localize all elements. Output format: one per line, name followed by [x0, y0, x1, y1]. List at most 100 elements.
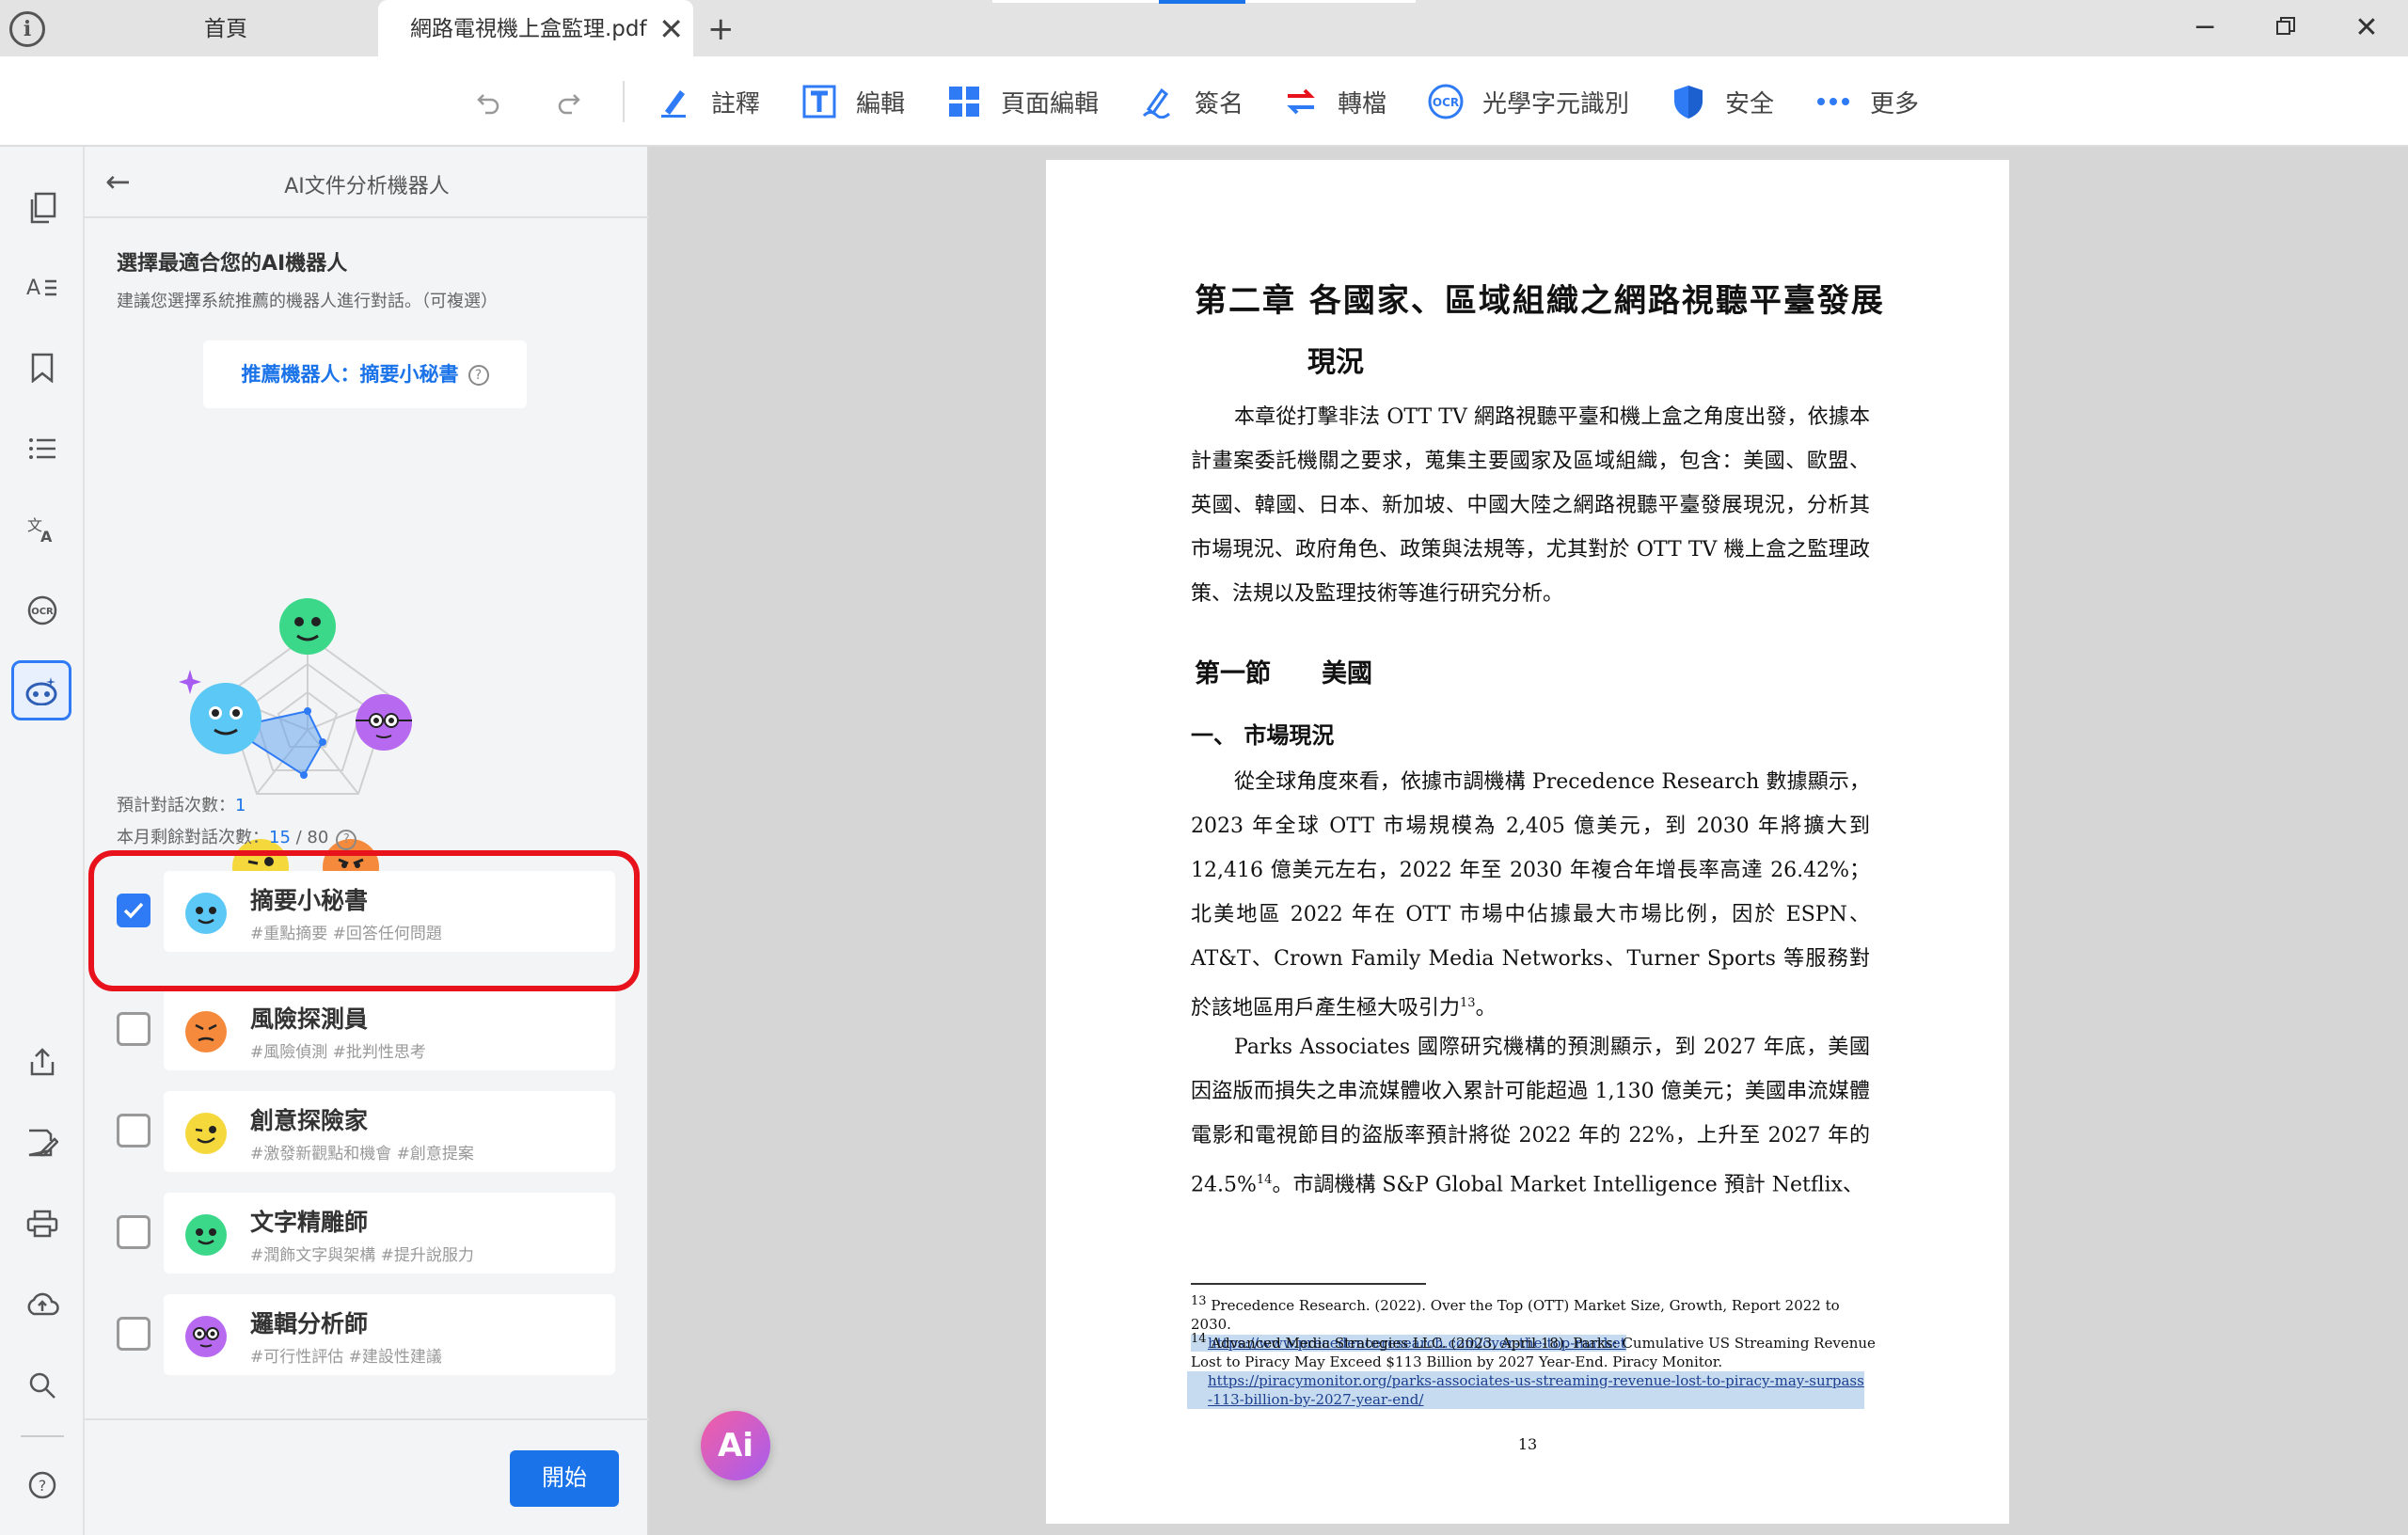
market-text: 從全球角度來看，依據市調機構 Precedence Research 數據顯示，… [1191, 770, 1870, 1021]
text-edit-icon [800, 82, 839, 121]
section-heading: 第一節 美國 [1195, 659, 1372, 688]
page-edit-button[interactable]: 頁面編輯 [944, 81, 1099, 122]
recommended-bot: 推薦機器人：摘要小秘書? [203, 340, 527, 408]
intro-paragraph: 本章從打擊非法 OTT TV 網路視聽平臺和機上盒之角度出發，依據本計畫案委託機… [1191, 405, 1870, 606]
piracy-paragraph: Parks Associates 國際研究機構的預測顯示，到 2027 年底，美… [1191, 1025, 1870, 1207]
page-edit-label: 頁面編輯 [1001, 89, 1100, 119]
sidebar-divider [21, 1435, 64, 1437]
ai-assistant-button[interactable]: Ai [701, 1411, 770, 1480]
chapter-title: 第二章 各國家、區域組織之網路視聽平臺發展 [1195, 282, 1885, 320]
sign-button[interactable]: 簽名 [1138, 81, 1244, 122]
text-format-icon[interactable]: A [21, 265, 64, 309]
footnote-14-link[interactable]: https://piracymonitor.org/parks-associat… [1187, 1371, 1864, 1409]
close-tab-icon[interactable]: ✕ [658, 0, 684, 58]
bot-card[interactable]: 創意探險家 #激發新觀點和機會 #創意提案 [164, 1091, 615, 1172]
translate-icon[interactable]: 文A [21, 508, 64, 551]
left-sidebar: A 文A OCR ? [0, 147, 85, 1535]
sign-label: 簽名 [1195, 89, 1244, 119]
help-icon[interactable]: ? [21, 1464, 64, 1507]
bot-item-writer[interactable]: 文字精雕師 #潤飾文字與架構 #提升說服力 [117, 1193, 615, 1274]
bot-card[interactable]: 邏輯分析師 #可行性評估 #建設性建議 [164, 1294, 615, 1375]
print-icon[interactable] [21, 1202, 64, 1245]
footnote-13-text: Precedence Research. (2022). Over the To… [1191, 1297, 1840, 1333]
svg-text:A: A [26, 277, 40, 300]
annotate-label: 註釋 [711, 89, 761, 119]
minimize-icon[interactable]: ─ [2186, 8, 2224, 49]
svg-text:OCR: OCR [31, 607, 54, 617]
bookmark-icon[interactable] [21, 346, 64, 389]
bot-card[interactable]: 風險探測員 #風險偵測 #批判性思考 [164, 989, 615, 1070]
convert-button[interactable]: 轉檔 [1281, 81, 1386, 122]
bot-checkbox[interactable] [117, 1012, 150, 1046]
bot-name: 風險探測員 [250, 1005, 369, 1033]
tab-document[interactable]: 網路電視機上盒監理.pdf ✕ [378, 0, 693, 56]
bot-checkbox[interactable] [117, 1215, 150, 1249]
undo-icon [477, 94, 499, 115]
bot-item-logic[interactable]: 邏輯分析師 #可行性評估 #建設性建議 [117, 1294, 615, 1375]
bot-item-creative[interactable]: 創意探險家 #激發新觀點和機會 #創意提案 [117, 1091, 615, 1172]
ocr-button[interactable]: OCR 光學字元識別 [1426, 81, 1629, 122]
bot-item-risk[interactable]: 風險探測員 #風險偵測 #批判性思考 [117, 989, 615, 1070]
cloud-upload-icon[interactable] [21, 1283, 64, 1326]
info-icon[interactable]: i [9, 11, 45, 47]
tab-home[interactable]: 首頁 [56, 0, 395, 56]
estimate-label: 預計對話次數： [117, 796, 235, 815]
pen-icon [655, 82, 694, 121]
panel-title: AI文件分析機器人 [284, 175, 450, 198]
bot-face-blue [190, 683, 261, 754]
restore-icon[interactable] [2267, 8, 2305, 49]
close-window-icon[interactable]: ✕ [2348, 8, 2385, 49]
pages-icon[interactable] [21, 186, 64, 229]
more-label: 更多 [1870, 89, 1920, 119]
bot-name: 文字精雕師 [250, 1209, 369, 1236]
footnote-number: 14 [1191, 1332, 1207, 1346]
edit-button[interactable]: 編輯 [800, 81, 905, 122]
tab-document-label: 網路電視機上盒監理.pdf [410, 17, 647, 41]
bot-name: 邏輯分析師 [250, 1310, 369, 1337]
toolbar: 註釋 編輯 頁面編輯 簽名 轉檔 OCR 光學字元識別 安全 更多 [0, 56, 2408, 147]
document-viewer[interactable]: 第二章 各國家、區域組織之網路視聽平臺發展 現況 本章從打擊非法 OTT TV … [649, 147, 2408, 1535]
convert-icon [1281, 82, 1321, 121]
svg-text:?: ? [39, 1477, 47, 1495]
edit-label: 編輯 [856, 89, 906, 119]
save-edit-icon[interactable] [21, 1121, 64, 1164]
footnote-number: 13 [1191, 1294, 1207, 1308]
bot-card[interactable]: 文字精雕師 #潤飾文字與架構 #提升說服力 [164, 1193, 615, 1274]
subsection-heading: 一、 市場現況 [1191, 721, 1335, 749]
annotate-button[interactable]: 註釋 [655, 81, 760, 122]
search-icon[interactable] [21, 1364, 64, 1407]
panel-footer-divider [85, 1418, 649, 1420]
app-window: i 首頁 網路電視機上盒監理.pdf ✕ + ─ ✕ 註釋 編輯 頁面編輯 簽名… [0, 0, 2408, 1535]
bot-face-green [279, 598, 336, 655]
footnote-ref-14: 14 [1256, 1173, 1273, 1187]
share-icon[interactable] [21, 1040, 64, 1084]
estimate-count: 預計對話次數：1 [117, 792, 246, 816]
ocr-sidebar-icon[interactable]: OCR [21, 589, 64, 632]
start-button[interactable]: 開始 [510, 1450, 619, 1507]
undo-button[interactable] [474, 81, 502, 122]
piracy-text-end: 。市調機構 S&P Global Market Intelligence 預計 … [1272, 1173, 1863, 1197]
svg-text:OCR: OCR [1433, 96, 1459, 109]
footnote-14: 14 Advanced Media Strategies LLC. (2023,… [1187, 1330, 1877, 1409]
remain-value: 15 [269, 828, 291, 847]
shield-icon [1669, 82, 1708, 121]
outline-icon[interactable] [21, 427, 64, 470]
more-button[interactable]: 更多 [1814, 81, 1919, 122]
recommended-bot-label: 推薦機器人：摘要小秘書 [241, 363, 459, 386]
security-button[interactable]: 安全 [1669, 81, 1774, 122]
add-tab-icon[interactable]: + [707, 13, 735, 45]
footnote-14-text: Advanced Media Strategies LLC. (2023, Ap… [1191, 1335, 1876, 1370]
bot-tags: #潤飾文字與架構 #提升說服力 [250, 1246, 474, 1265]
ai-robot-icon[interactable] [11, 660, 71, 720]
help-icon[interactable]: ? [336, 830, 357, 850]
sparkle-icon [179, 670, 201, 694]
pdf-page: 第二章 各國家、區域組織之網路視聽平臺發展 現況 本章從打擊非法 OTT TV … [1046, 160, 2009, 1524]
bot-checkbox[interactable] [117, 1114, 150, 1147]
help-icon[interactable]: ? [467, 365, 489, 386]
redo-button[interactable] [555, 81, 583, 122]
svg-text:A: A [40, 528, 53, 544]
bot-checkbox[interactable] [117, 1317, 150, 1351]
footnote-ref-13: 13 [1460, 996, 1476, 1010]
bot-face-green-icon [185, 1214, 227, 1256]
bot-tags: #可行性評估 #建設性建議 [250, 1348, 442, 1367]
